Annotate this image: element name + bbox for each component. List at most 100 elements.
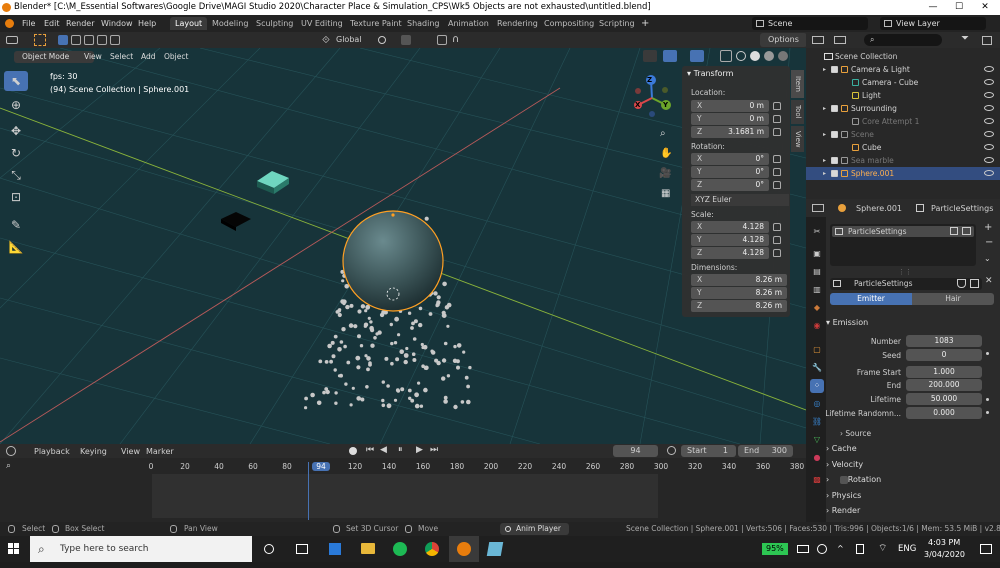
output-tab-icon[interactable]: ▤ xyxy=(810,265,824,279)
ortho-grid-icon[interactable]: ▦ xyxy=(661,188,670,199)
mode-intersect-icon[interactable] xyxy=(110,35,120,45)
emission-field-value[interactable]: 1083 xyxy=(906,335,982,347)
outliner-search-input[interactable]: ⌕ xyxy=(864,34,942,46)
rotation-panel[interactable]: › Rotation xyxy=(826,473,996,487)
duplicate-icon[interactable] xyxy=(970,279,979,288)
exclude-checkbox[interactable] xyxy=(831,66,838,73)
falloff-icon[interactable]: ∩ xyxy=(452,32,459,48)
workspace-tab-compositing[interactable]: Compositing xyxy=(539,17,599,30)
next-key-icon[interactable]: ▶ xyxy=(416,445,423,455)
edge-icon[interactable] xyxy=(329,543,341,555)
tray-expand-icon[interactable]: ^ xyxy=(837,536,844,562)
properties-editor-type-icon[interactable] xyxy=(812,204,824,212)
add-workspace-button[interactable]: + xyxy=(641,15,649,32)
lock-icon[interactable] xyxy=(773,128,781,136)
datablock-name[interactable]: ParticleSettings xyxy=(854,279,912,288)
fake-user-icon[interactable] xyxy=(957,279,966,288)
lock-icon[interactable] xyxy=(773,249,781,257)
scale-z-field[interactable]: Z 4.128 xyxy=(691,247,769,259)
workspace-tab-layout[interactable]: Layout xyxy=(170,17,208,30)
measure-tool-icon[interactable]: 📐 xyxy=(4,237,28,257)
outliner-row[interactable]: ▸ Camera & Light xyxy=(806,63,1000,76)
notepad-icon[interactable] xyxy=(486,542,504,556)
emission-field-value[interactable]: 200.000 xyxy=(906,379,982,391)
chrome-icon[interactable] xyxy=(425,542,439,556)
annotate-tool-icon[interactable]: ✎ xyxy=(4,215,28,235)
add-slot-button[interactable]: + xyxy=(984,222,992,233)
rotation-checkbox[interactable] xyxy=(840,476,848,484)
overlay-toggle-icon[interactable] xyxy=(690,50,704,62)
exclude-checkbox[interactable] xyxy=(831,131,838,138)
visibility-eye-icon[interactable] xyxy=(984,118,994,124)
blender-menu-icon[interactable] xyxy=(5,19,14,28)
options-dropdown[interactable]: Options xyxy=(760,33,807,47)
solid-shading-icon[interactable] xyxy=(750,51,760,61)
menu-view[interactable]: View xyxy=(84,52,102,61)
dark-cube-object[interactable] xyxy=(221,212,251,231)
outliner-root[interactable]: Scene Collection xyxy=(806,50,1000,63)
cube-object[interactable] xyxy=(257,171,289,194)
keyframe-dot-icon[interactable] xyxy=(986,352,989,355)
outliner-row[interactable]: Core Attempt 1 xyxy=(806,115,1000,128)
menu-file[interactable]: File xyxy=(22,15,35,32)
list-resize-handle[interactable]: ⋮⋮ xyxy=(898,268,912,276)
material-shading-icon[interactable] xyxy=(764,51,774,61)
visibility-eye-icon[interactable] xyxy=(984,170,994,176)
render-tab-icon[interactable]: ▣ xyxy=(810,247,824,261)
gizmo-toggle-icon[interactable] xyxy=(663,50,677,62)
sidebar-tab-item[interactable]: Item xyxy=(791,70,804,98)
blender-taskbar-icon[interactable] xyxy=(457,542,471,556)
snap-icon[interactable] xyxy=(401,35,411,45)
rotate-tool-icon[interactable]: ↻ xyxy=(4,143,28,163)
hair-type-button[interactable]: Hair xyxy=(912,293,994,305)
wifi-icon[interactable]: ⌔ xyxy=(878,536,887,562)
prev-key-icon[interactable]: ◀ xyxy=(380,445,387,455)
orientation-dropdown[interactable]: Global xyxy=(336,32,362,48)
menu-help[interactable]: Help xyxy=(138,15,156,32)
material-tab-icon[interactable]: ● xyxy=(810,451,824,465)
lock-icon[interactable] xyxy=(773,223,781,231)
frame-ruler[interactable]: 0 20 40 60 80 94 120 140 160 180 200 220 240 260 280 30… xyxy=(0,460,806,472)
zoom-icon[interactable]: ⌕ xyxy=(660,128,666,139)
breadcrumb-settings[interactable]: ParticleSettings xyxy=(931,204,993,213)
task-view-icon[interactable] xyxy=(296,544,308,554)
menu-add[interactable]: Add xyxy=(141,52,156,61)
workspace-tab-sculpting[interactable]: Sculpting xyxy=(251,17,298,30)
preview-range-icon[interactable] xyxy=(667,446,676,455)
breadcrumb-object[interactable]: Sphere.001 xyxy=(856,204,902,213)
jump-end-icon[interactable]: ⏭ xyxy=(430,445,438,455)
workspace-tab-animation[interactable]: Animation xyxy=(443,17,494,30)
emission-field-value[interactable]: 50.000 xyxy=(906,393,982,405)
physics-panel[interactable]: › Physics xyxy=(826,489,996,503)
keyframe-dot-icon[interactable] xyxy=(986,411,989,414)
view-layer-selector[interactable]: View Layer xyxy=(880,17,986,30)
move-tool-icon[interactable]: ✥ xyxy=(4,121,28,141)
expand-arrow-icon[interactable]: ▸ xyxy=(823,102,826,115)
file-explorer-icon[interactable] xyxy=(361,543,375,554)
world-tab-icon[interactable]: ◉ xyxy=(810,319,824,333)
wireframe-shading-icon[interactable] xyxy=(736,51,746,61)
record-icon[interactable] xyxy=(349,447,357,455)
transform-panel-header[interactable]: ▾ Transform xyxy=(687,69,733,78)
battery-icon[interactable] xyxy=(797,545,809,553)
dimension-y-field[interactable]: Y 8.26 m xyxy=(691,287,787,299)
cursor-tool-icon[interactable]: ⊕ xyxy=(4,95,28,115)
select-tool-icon[interactable]: ⬉ xyxy=(4,71,28,91)
camera-view-icon[interactable]: 🎥 xyxy=(659,168,671,179)
display-mode-icon[interactable] xyxy=(834,36,846,44)
viewport-toggle-icon[interactable] xyxy=(962,227,971,235)
close-button[interactable]: ✕ xyxy=(974,0,996,15)
cortana-icon[interactable] xyxy=(264,544,274,554)
exclude-checkbox[interactable] xyxy=(831,157,838,164)
clock-icon[interactable] xyxy=(6,446,16,456)
start-frame-field[interactable]: Start 1 xyxy=(681,445,736,457)
workspace-tab-rendering[interactable]: Rendering xyxy=(492,17,543,30)
mode-subtract-icon[interactable] xyxy=(84,35,94,45)
lock-icon[interactable] xyxy=(773,181,781,189)
minimize-button[interactable]: — xyxy=(922,0,944,15)
lock-icon[interactable] xyxy=(773,168,781,176)
visibility-icon[interactable] xyxy=(643,50,657,62)
workspace-tab-texture-paint[interactable]: Texture Paint xyxy=(345,17,407,30)
lock-icon[interactable] xyxy=(773,236,781,244)
visibility-eye-icon[interactable] xyxy=(984,131,994,137)
